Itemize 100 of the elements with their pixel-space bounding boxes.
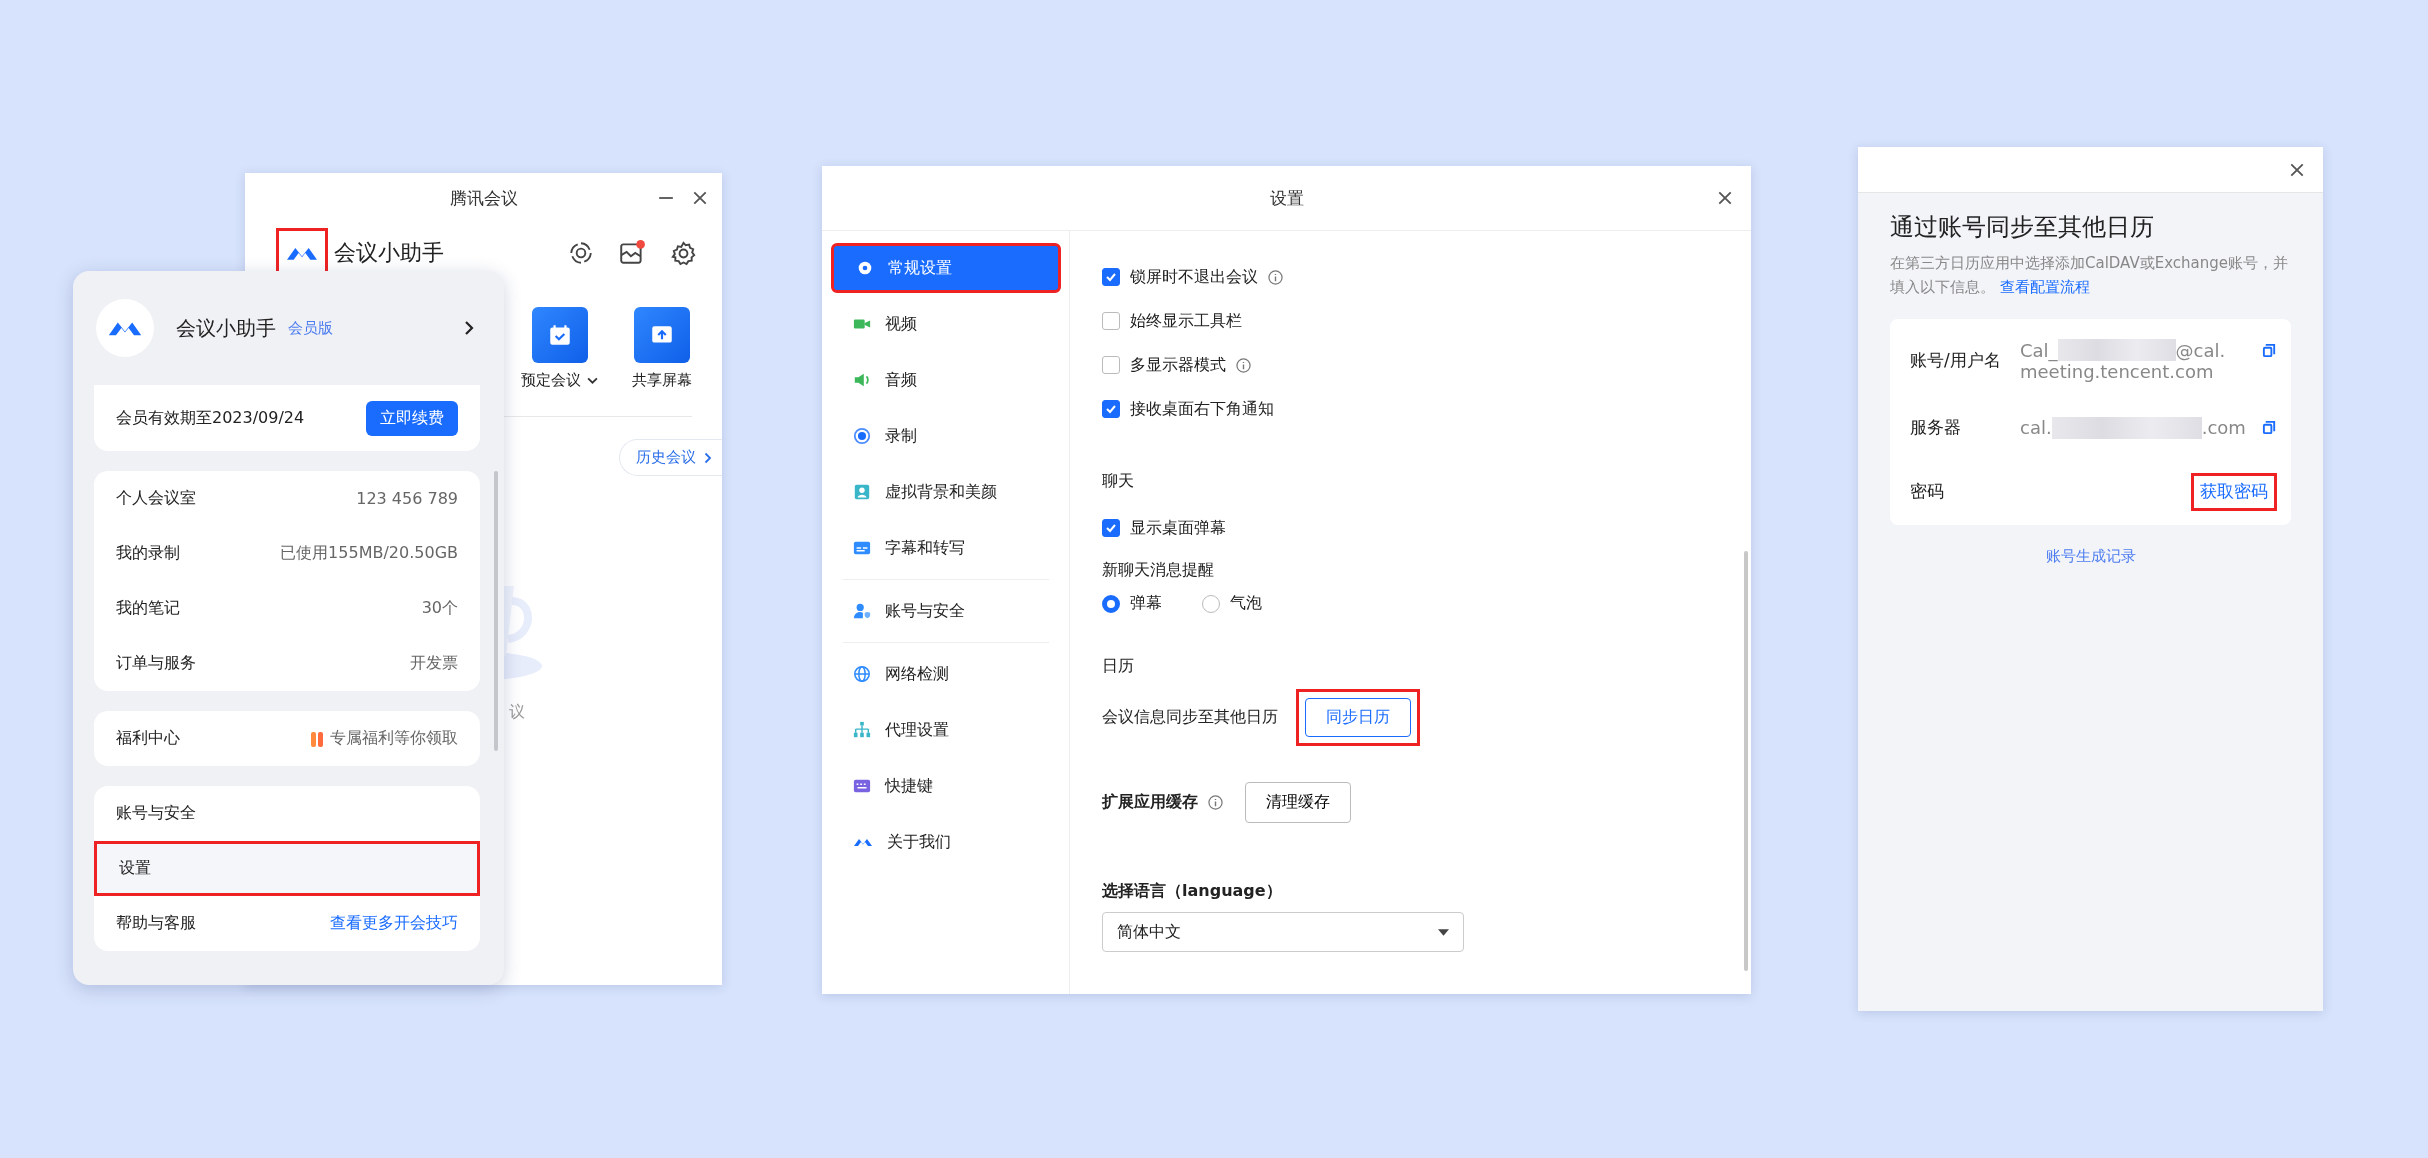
copy-icon[interactable] [2262, 420, 2277, 435]
menu-item[interactable]: 个人会议室 123 456 789 [94, 471, 480, 526]
close-icon[interactable] [2289, 161, 2305, 178]
quick-action[interactable]: 共享屏幕 [632, 307, 692, 390]
field-label: 服务器 [1910, 416, 1962, 439]
nav-item[interactable]: 虚拟背景和美颜 [831, 467, 1061, 517]
nav-item[interactable]: 网络检测 [831, 649, 1061, 699]
close-icon[interactable] [1717, 190, 1733, 206]
globe-icon [853, 665, 871, 683]
nav-item[interactable]: 代理设置 [831, 705, 1061, 755]
menu-label: 我的笔记 [116, 598, 180, 619]
checkbox[interactable] [1102, 312, 1120, 330]
option-label: 多显示器模式 [1130, 354, 1226, 376]
menu-label: 设置 [119, 858, 151, 879]
nav-item[interactable]: 视频 [831, 299, 1061, 349]
server-value-start: cal. [2020, 417, 2052, 438]
sync-calendar-button[interactable]: 同步日历 [1305, 698, 1411, 737]
membership-expiry: 会员有效期至2023/09/24 [116, 407, 305, 429]
radio-button[interactable] [1102, 594, 1120, 613]
chevron-right-icon[interactable] [464, 320, 474, 336]
get-password-link[interactable]: 获取密码 [2191, 473, 2277, 511]
language-select[interactable]: 简体中文 [1102, 912, 1464, 952]
menu-item[interactable]: 设置 [94, 841, 480, 896]
gift-icon [310, 729, 324, 748]
user-shield-icon [853, 602, 871, 620]
nav-item[interactable]: 音频 [831, 355, 1061, 405]
field-label: 账号/用户名 [1910, 349, 2002, 372]
speaker-icon [853, 371, 871, 389]
account-value-start: Cal_ [2020, 339, 2058, 361]
history-button[interactable]: 历史会议 [619, 439, 722, 476]
scrollbar[interactable] [494, 471, 498, 751]
nav-item[interactable]: 关于我们 [831, 817, 1061, 867]
inbox-icon[interactable] [618, 239, 646, 267]
account-value-end: @cal. [2175, 339, 2226, 361]
checkmark-icon [1105, 403, 1117, 415]
checkbox[interactable] [1102, 356, 1120, 374]
scrollbar[interactable] [1744, 551, 1748, 971]
checkmark-icon [1105, 271, 1117, 283]
menu-label: 账号与安全 [116, 803, 196, 824]
menu-value: 专属福利等你领取 [330, 728, 458, 749]
config-guide-link[interactable]: 查看配置流程 [1999, 278, 2090, 296]
checkbox[interactable] [1102, 519, 1120, 537]
settings-icon[interactable] [670, 239, 697, 267]
menu-item[interactable]: 账号与安全 [94, 786, 480, 841]
assistant-name: 会议小助手 [334, 239, 445, 267]
field-label: 新聊天消息提醒 [1102, 560, 1215, 581]
window-title: 设置 [1269, 186, 1304, 210]
tips-link[interactable]: 查看更多开会技巧 [330, 913, 458, 934]
menu-label: 订单与服务 [116, 653, 196, 674]
menu-value: 30个 [421, 598, 458, 619]
section-heading: 聊天 [1102, 471, 1135, 492]
menu-label: 帮助与客服 [116, 913, 196, 934]
menu-item[interactable]: 我的录制 已使用155MB/20.50GB [94, 526, 480, 581]
chevron-down-icon[interactable] [587, 375, 598, 386]
calendar-sync-text: 会议信息同步至其他日历 [1102, 707, 1278, 728]
quick-action[interactable]: 预定会议 [521, 307, 598, 390]
checkbox[interactable] [1102, 400, 1120, 418]
clear-cache-button[interactable]: 清理缓存 [1245, 782, 1351, 823]
network-icon [853, 721, 871, 739]
keyboard-icon [853, 777, 871, 795]
membership-label: 会员版 [288, 318, 334, 338]
account-history-link[interactable]: 账号生成记录 [2045, 546, 2136, 566]
menu-item[interactable]: 我的笔记 30个 [94, 581, 480, 636]
menu-label: 我的录制 [116, 543, 180, 564]
nav-item[interactable]: 录制 [831, 411, 1061, 461]
radio-label: 弹幕 [1130, 593, 1162, 614]
option-label: 锁屏时不退出会议 [1130, 266, 1258, 288]
dialog-description: 在第三方日历应用中选择添加CalDAV或Exchange账号，并填入以下信息。 查看配置流程 [1890, 253, 2289, 298]
dropdown-arrow-icon [1438, 928, 1449, 936]
nav-item[interactable]: 账号与安全 [831, 586, 1061, 636]
checkbox[interactable] [1102, 268, 1120, 286]
nav-item[interactable]: 常规设置 [831, 243, 1061, 293]
swirl-icon[interactable] [568, 240, 594, 266]
copy-icon[interactable] [2262, 343, 2277, 358]
action-label: 共享屏幕 [632, 371, 692, 390]
menu-item[interactable]: 福利中心 专属福利等你领取 [94, 711, 480, 766]
checkmark-icon [1105, 522, 1117, 534]
caption-icon [853, 539, 871, 557]
renew-button[interactable]: 立即续费 [366, 400, 458, 436]
cache-label: 扩展应用缓存 [1102, 792, 1198, 813]
radio-label: 气泡 [1230, 593, 1262, 614]
nav-item[interactable]: 字幕和转写 [831, 523, 1061, 573]
dialog-heading: 通过账号同步至其他日历 [1890, 212, 2155, 243]
option-label: 始终显示工具栏 [1130, 310, 1242, 332]
server-value-end: .com [2201, 417, 2246, 438]
user-name: 会议小助手 [176, 314, 276, 342]
menu-value: 已使用155MB/20.50GB [280, 543, 458, 564]
info-icon[interactable] [1208, 795, 1223, 810]
nav-item[interactable]: 快捷键 [831, 761, 1061, 811]
portrait-icon [853, 483, 871, 501]
info-icon[interactable] [1268, 269, 1283, 285]
close-icon[interactable] [692, 190, 708, 206]
info-icon[interactable] [1236, 357, 1251, 373]
menu-label: 个人会议室 [116, 488, 196, 509]
menu-value: 123 456 789 [356, 489, 458, 508]
chevron-right-icon [704, 451, 712, 464]
action-label: 预定会议 [521, 371, 581, 390]
menu-item[interactable]: 订单与服务 开发票 [94, 636, 480, 691]
menu-item[interactable]: 帮助与客服 查看更多开会技巧 [94, 896, 480, 951]
option-label: 显示桌面弹幕 [1130, 517, 1226, 539]
